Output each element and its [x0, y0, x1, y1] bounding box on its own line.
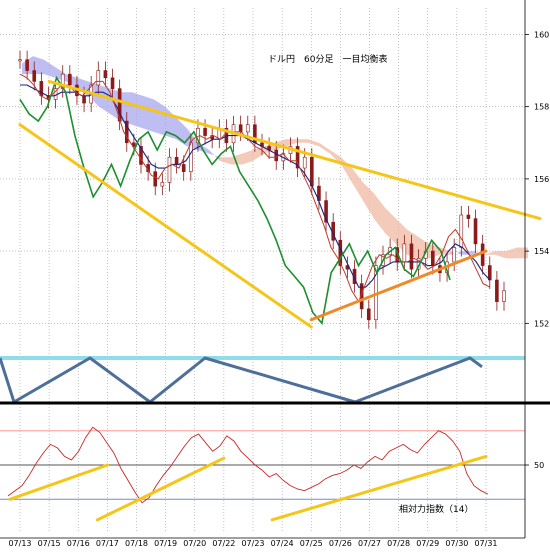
candle-body [245, 124, 250, 133]
cloud-segment [517, 247, 528, 259]
candle-body [495, 279, 499, 302]
candle-body [487, 265, 492, 281]
x-tick-label: 07/18 [125, 539, 148, 548]
rsi-y-tick-label: 50 [534, 461, 544, 470]
rsi-indicator-label: 相対力指数（14） [399, 503, 473, 515]
candle-body [82, 95, 86, 104]
candle-body [274, 149, 279, 162]
x-tick-label: 07/29 [416, 539, 439, 548]
x-tick-label: 07/23 [241, 539, 264, 548]
zigzag-panel [0, 356, 550, 405]
rsi-trend-line [95, 456, 226, 522]
candle-body [103, 70, 108, 79]
candle-body [68, 73, 72, 86]
x-tick-label: 07/27 [358, 539, 381, 548]
candle-body [160, 182, 165, 187]
cloud-segment [363, 182, 374, 219]
y-tick-label: 158 [534, 103, 549, 112]
candle-body [409, 243, 414, 270]
cloud-segment [506, 247, 517, 259]
x-tick-label: 07/16 [67, 539, 90, 548]
cloud-segment [385, 207, 396, 244]
y-tick-label: 160 [534, 30, 549, 39]
candle-body [18, 59, 22, 62]
candle-body [110, 77, 115, 89]
candle-body [366, 308, 371, 321]
candle-body [181, 164, 186, 172]
candle-body [203, 128, 207, 136]
x-tick-label: 07/31 [474, 539, 497, 548]
candle-body [480, 243, 485, 266]
candle-body [189, 142, 193, 172]
cloud-segment [319, 142, 330, 154]
x-tick-label: 07/17 [96, 539, 119, 548]
x-tick-label: 07/28 [387, 539, 410, 548]
candle-body [238, 124, 243, 133]
y-tick-label: 152 [534, 319, 549, 328]
candle-body [459, 214, 464, 248]
candle-body [402, 243, 407, 263]
trend-line [47, 79, 542, 221]
x-tick-label: 07/19 [154, 539, 177, 548]
y-tick-label: 156 [534, 175, 549, 184]
candle-body [174, 156, 179, 165]
cloud-segment [286, 139, 297, 147]
cloud-segment [308, 139, 319, 147]
candle-body [32, 70, 37, 82]
y-tick-label: 154 [534, 247, 549, 256]
ichimoku-chart: 07/13 07/15 07/16 07/17 07/18 07/19 07/20 07/22… [0, 0, 550, 550]
candle-body [452, 247, 456, 263]
cloud-segment [143, 95, 154, 132]
x-tick-label: 07/15 [38, 539, 61, 548]
cloud-segment [44, 59, 55, 78]
candle-body [431, 250, 435, 266]
cloud-segment [352, 168, 363, 201]
cloud-segment [154, 99, 165, 136]
chikou-line [19, 75, 451, 326]
candle-body [167, 156, 172, 183]
x-tick-label: 07/26 [329, 539, 352, 548]
candle-body [153, 171, 158, 187]
cloud-segment [297, 139, 308, 143]
cloud-segment [374, 193, 385, 234]
cloud-segment [209, 150, 220, 161]
x-tick-label: 07/24 [271, 539, 294, 548]
candle-body [502, 290, 506, 302]
price-panel [18, 50, 542, 329]
x-tick-label: 07/25 [300, 539, 323, 548]
candle-body [466, 214, 471, 219]
cloud-segment [220, 157, 231, 165]
cloud-segment [132, 92, 143, 129]
cloud-segment [242, 150, 253, 165]
candle-body [302, 156, 307, 169]
candle-body [96, 70, 101, 86]
candle-body [25, 59, 29, 71]
candle-body [473, 218, 478, 245]
x-tick-label: 07/13 [8, 539, 31, 548]
zigzag-line [0, 356, 483, 404]
x-tick-label: 07/22 [212, 539, 235, 548]
x-tick-label: 07/30 [445, 539, 468, 548]
chart-title: ドル円 60分足 一目均衡表 [268, 53, 387, 65]
cloud-segment [495, 251, 506, 259]
candle-body [310, 156, 314, 187]
x-tick-label: 07/20 [183, 539, 206, 548]
chart-canvas: 07/13 07/15 07/16 07/17 07/18 07/19 07/20 07/22… [0, 0, 550, 548]
